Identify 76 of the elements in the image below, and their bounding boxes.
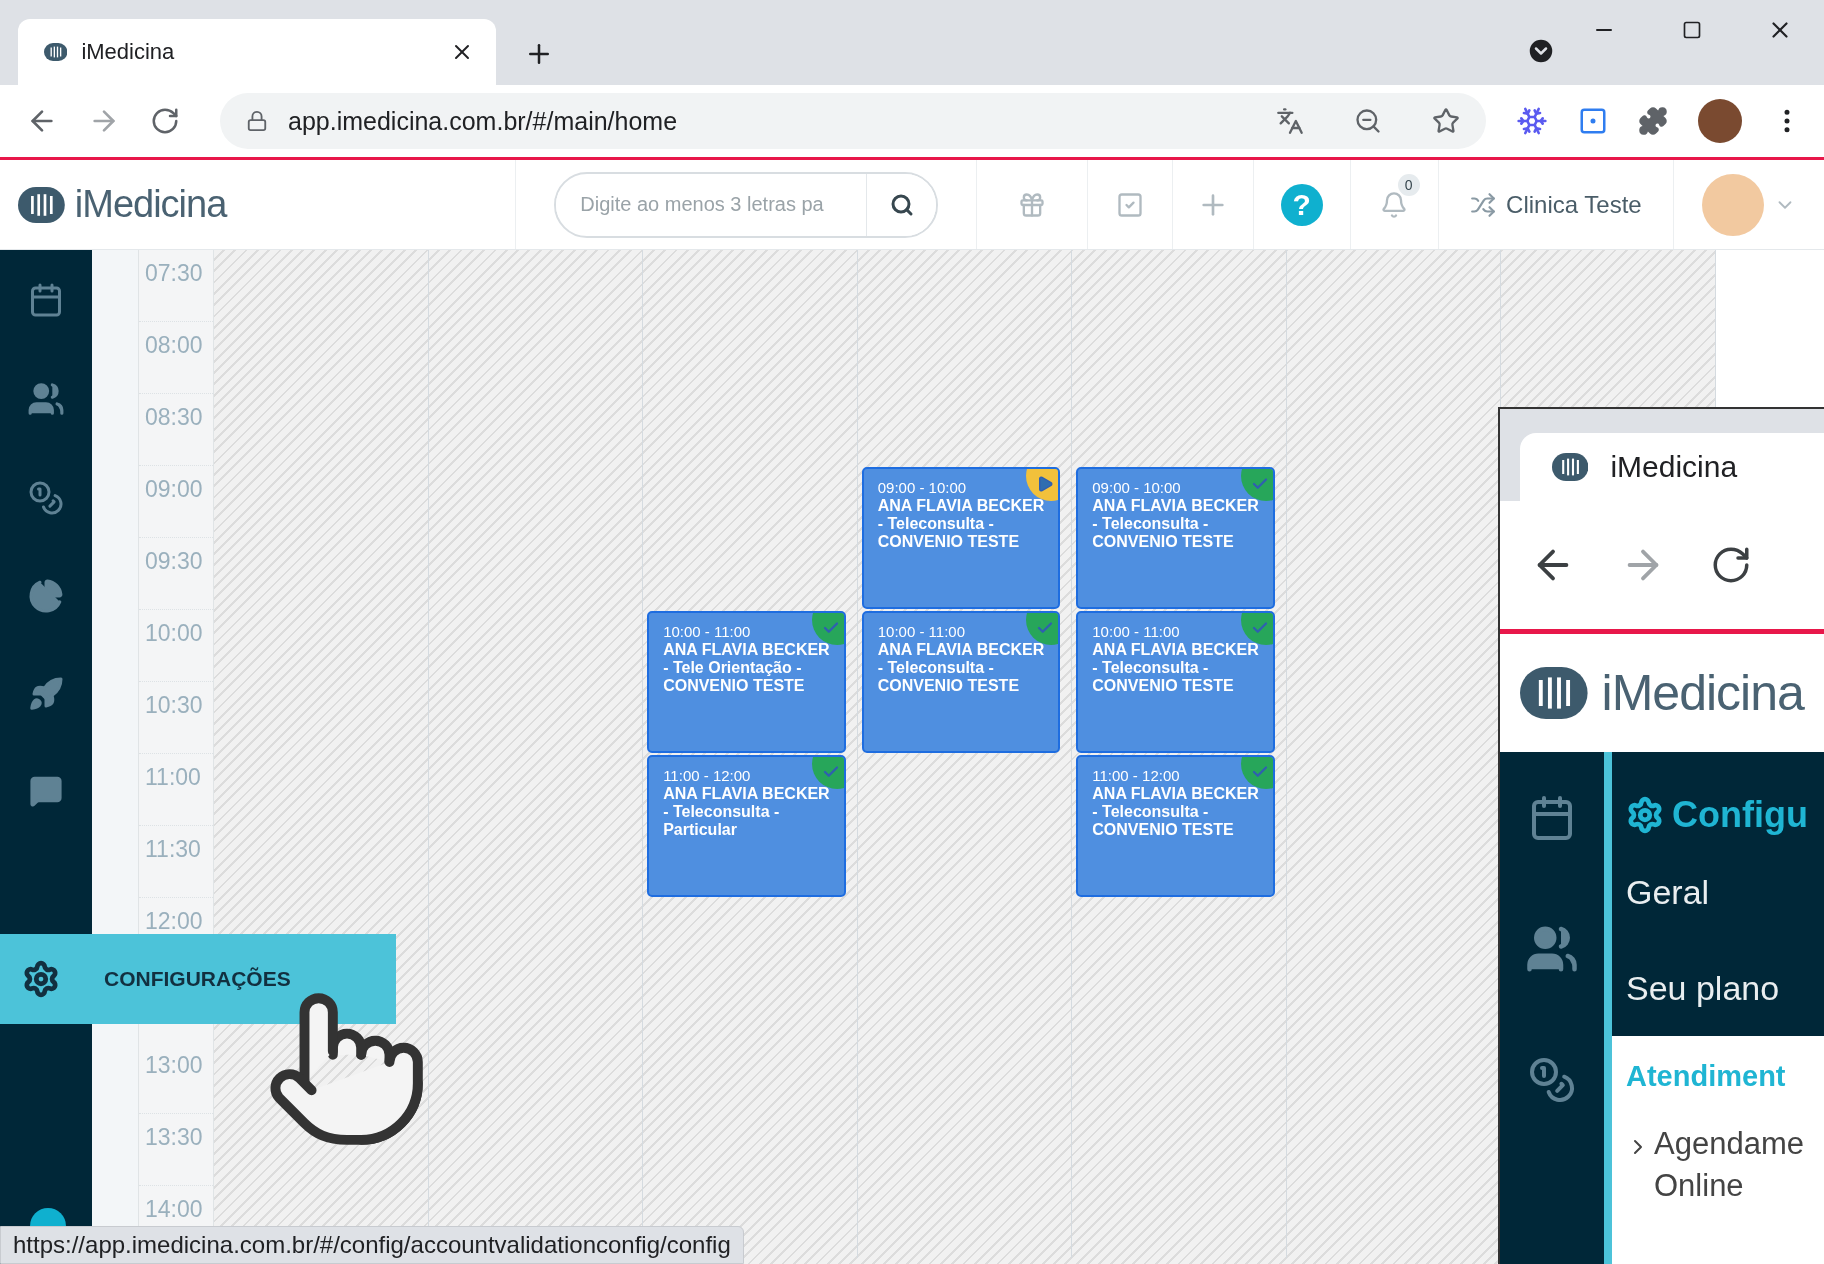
time-label: 08:00 [139, 322, 213, 394]
appointment-title: ANA FLAVIA BECKER - Teleconsulta - CONVENIO TESTE [877, 497, 1046, 551]
tab-search-icon[interactable] [1526, 36, 1556, 66]
shuffle-icon[interactable] [1470, 191, 1497, 218]
appointment-card[interactable]: 11:00 - 12:00 ANA FLAVIA BECKER - Teleconsulta - Particular [647, 755, 846, 897]
appointment-time: 09:00 - 10:00 [1092, 479, 1182, 497]
appointment-title: ANA FLAVIA BECKER - Teleconsulta - Particular [663, 785, 831, 839]
appointment-card[interactable]: 10:00 - 11:00 ANA FLAVIA BECKER - Tele Orientação - CONVENIO TESTE [647, 611, 846, 753]
notification-count: 0 [1397, 174, 1420, 196]
app-logo-text: iMedicina [74, 183, 227, 226]
clinic-name[interactable]: Clinica Teste [1506, 190, 1642, 219]
appointment-card[interactable]: 10:00 - 11:00 ANA FLAVIA BECKER - Teleconsulta - CONVENIO TESTE [1076, 611, 1275, 753]
chat-icon[interactable] [29, 774, 63, 808]
appointment-card[interactable]: 09:00 - 10:00 ANA FLAVIA BECKER - Teleconsulta - CONVENIO TESTE [1076, 467, 1275, 609]
menu-title: Configu [1672, 794, 1808, 836]
browser-tab[interactable]: iMedicina [18, 19, 496, 85]
appointment-title: ANA FLAVIA BECKER - Teleconsulta - CONVENIO TESTE [1092, 785, 1260, 839]
appointment-title: ANA FLAVIA BECKER - Teleconsulta - CONVENIO TESTE [1092, 497, 1260, 551]
appointment-card[interactable]: 09:00 - 10:00 ANA FLAVIA BECKER - Teleconsulta - CONVENIO TESTE [861, 467, 1061, 609]
tab-title: iMedicina [1610, 450, 1738, 484]
checkbox-icon[interactable] [1116, 190, 1144, 219]
profile-avatar[interactable] [1698, 99, 1742, 143]
users-icon[interactable] [27, 380, 65, 418]
calendar-icon[interactable] [28, 282, 64, 318]
logo-icon [18, 186, 65, 223]
appointment-time: 10:00 - 11:00 [663, 623, 752, 641]
status-url: https://app.imedicina.com.br/#/config/accountvalidationconfig/config [0, 1226, 744, 1264]
lock-icon [246, 110, 268, 132]
section-title: Atendiment [1626, 1060, 1787, 1093]
help-button[interactable]: ? [1280, 183, 1323, 226]
time-label: 08:30 [139, 394, 213, 466]
tab-title: iMedicina [81, 39, 176, 65]
logo-icon [1552, 453, 1589, 481]
settings-menu-item[interactable]: CONFIGURAÇÕES [0, 934, 396, 1024]
app-logo-text: iMedicina [1601, 664, 1804, 722]
gear-icon [22, 960, 60, 998]
settings-icon [1626, 796, 1664, 834]
menu-item[interactable]: Seu plano [1612, 940, 1824, 1036]
time-label: 07:30 [139, 250, 213, 322]
time-label: 09:30 [139, 538, 213, 610]
appointment-time: 09:00 - 10:00 [877, 479, 968, 497]
appointment-title: ANA FLAVIA BECKER - Teleconsulta - CONVENIO TESTE [877, 641, 1046, 695]
translate-icon[interactable] [1276, 107, 1304, 135]
time-label: 10:30 [139, 682, 213, 754]
logo-icon [1520, 667, 1588, 719]
appointment-title: ANA FLAVIA BECKER - Teleconsulta - CONVENIO TESTE [1092, 641, 1260, 695]
time-label: 10:00 [139, 610, 213, 682]
url-text: app.imedicina.com.br/#/main/home [288, 106, 679, 136]
time-label: 11:30 [139, 826, 213, 898]
rocket-icon[interactable] [28, 676, 64, 712]
time-label: 11:00 [139, 754, 213, 826]
appointment-time: 11:00 - 12:00 [1092, 767, 1181, 785]
puzzle-icon[interactable] [1638, 106, 1668, 136]
snowflake-icon[interactable] [1516, 105, 1548, 137]
appointment-time: 10:00 - 11:00 [877, 623, 966, 641]
appointment-card[interactable]: 11:00 - 12:00 ANA FLAVIA BECKER - Teleconsulta - CONVENIO TESTE [1076, 755, 1275, 897]
appointment-time: 10:00 - 11:00 [1092, 623, 1181, 641]
appointment-title: ANA FLAVIA BECKER - Tele Orientação - CONVENIO TESTE [663, 641, 831, 695]
address-bar[interactable]: app.imedicina.com.br/#/main/home [220, 93, 1486, 149]
zoom-out-icon[interactable] [1354, 107, 1382, 135]
menu-link[interactable]: Agendame Online [1654, 1123, 1814, 1207]
coins-icon[interactable] [28, 480, 64, 516]
search-icon[interactable] [866, 173, 937, 236]
menu-item[interactable]: Geral [1612, 844, 1824, 940]
appointment-card[interactable]: 10:00 - 11:00 ANA FLAVIA BECKER - Teleconsulta - CONVENIO TESTE [861, 611, 1061, 753]
coins-icon[interactable] [1528, 1056, 1576, 1104]
appointment-time: 11:00 - 12:00 [663, 767, 752, 785]
reload-icon[interactable] [150, 106, 180, 136]
logo-icon [44, 43, 68, 61]
screen-record-icon[interactable] [1578, 106, 1608, 136]
time-label: 09:00 [139, 466, 213, 538]
time-label: 13:00 [139, 1042, 213, 1114]
search-bar[interactable]: Digite ao menos 3 letras pa [554, 171, 939, 238]
pie-chart-icon[interactable] [28, 578, 64, 614]
time-label: 13:30 [139, 1114, 213, 1186]
star-icon[interactable] [1432, 107, 1460, 135]
